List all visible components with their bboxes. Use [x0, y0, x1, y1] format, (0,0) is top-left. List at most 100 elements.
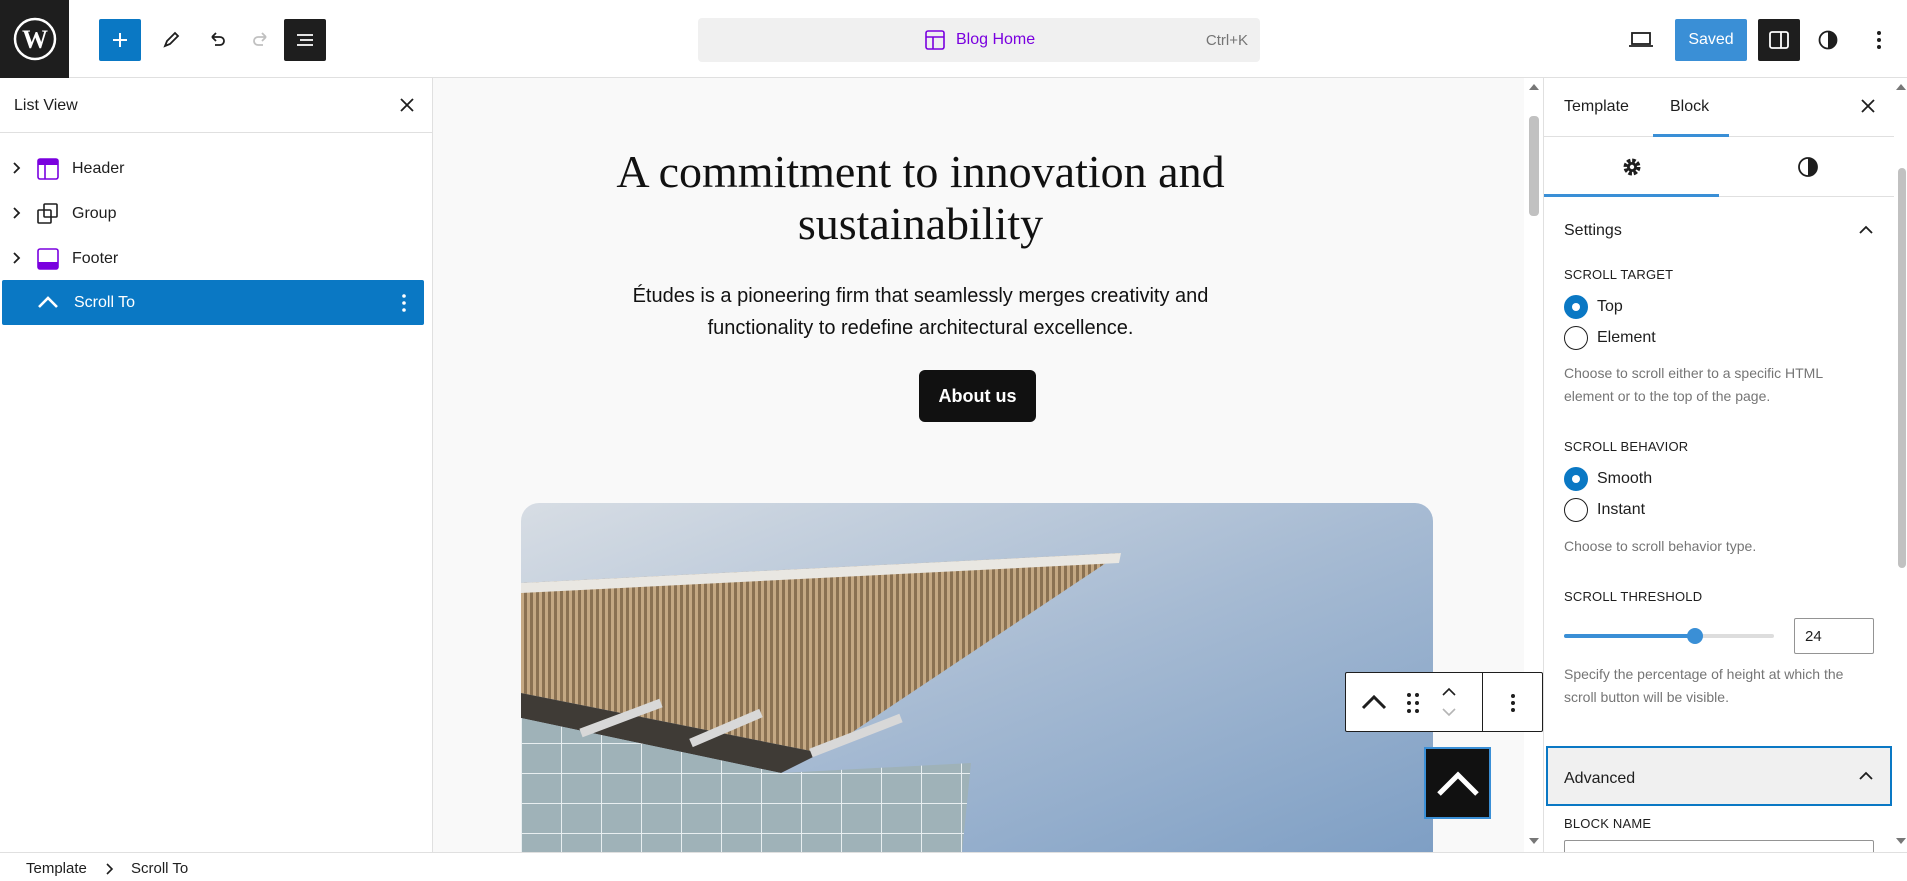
laptop-icon	[1629, 32, 1653, 47]
radio-top[interactable]: Top	[1564, 294, 1623, 320]
settings-sidebar-toggle[interactable]	[1758, 19, 1800, 61]
list-item-label: Group	[72, 205, 117, 222]
add-block-button[interactable]	[99, 19, 141, 61]
pencil-icon	[163, 31, 180, 48]
undo-icon	[211, 32, 225, 46]
scroll-behavior-label: SCROLL BEHAVIOR	[1564, 439, 1689, 454]
scroll-to-block[interactable]	[1424, 747, 1491, 819]
more-vertical-icon[interactable]	[401, 293, 407, 313]
hero-heading[interactable]: A commitment to innovation and sustainab…	[588, 146, 1253, 250]
scroll-threshold-label: SCROLL THRESHOLD	[1564, 589, 1703, 604]
settings-sidebar: Template Block Settings SCROLL TARGET To…	[1543, 78, 1907, 852]
radio-instant[interactable]: Instant	[1564, 497, 1645, 523]
scroll-up-arrow-icon[interactable]	[1529, 84, 1539, 90]
scroll-threshold-input[interactable]	[1794, 618, 1874, 654]
move-up-icon[interactable]	[1441, 685, 1457, 697]
radio-label: Instant	[1597, 501, 1646, 518]
scroll-target-help: Choose to scroll either to a specific HT…	[1564, 365, 1823, 404]
block-inspector-tabs	[1544, 137, 1894, 197]
scroll-up-arrow-icon[interactable]	[1896, 84, 1906, 90]
sidebar-scrollbar-thumb[interactable]	[1898, 168, 1906, 568]
scroll-down-arrow-icon[interactable]	[1529, 838, 1539, 844]
plus-icon	[113, 33, 127, 47]
styles-button[interactable]	[1807, 19, 1849, 61]
chevron-right-icon[interactable]	[12, 251, 22, 265]
wordpress-icon: W	[13, 17, 56, 61]
chevron-right-icon[interactable]	[12, 161, 22, 175]
slider-thumb[interactable]	[1687, 628, 1703, 644]
editor-canvas[interactable]: A commitment to innovation and sustainab…	[433, 78, 1524, 852]
list-item-label: Header	[72, 160, 125, 177]
saved-button[interactable]: Saved	[1675, 19, 1747, 61]
more-vertical-icon	[1877, 31, 1881, 49]
options-menu-button[interactable]	[1858, 19, 1900, 61]
svg-text:W: W	[22, 25, 48, 54]
list-item-group[interactable]: Group	[0, 191, 433, 236]
radio-button[interactable]	[1564, 326, 1588, 350]
sidebar-tabs: Template Block	[1544, 78, 1894, 137]
radio-button[interactable]	[1564, 498, 1588, 522]
scroll-behavior-help: Choose to scroll behavior type.	[1564, 538, 1757, 554]
radio-smooth[interactable]: Smooth	[1564, 466, 1652, 492]
chevron-right-icon[interactable]	[12, 206, 22, 220]
scroll-target-label: SCROLL TARGET	[1564, 267, 1674, 282]
redo-button[interactable]	[240, 19, 282, 61]
slider-fill	[1564, 634, 1695, 638]
group-icon	[37, 203, 58, 224]
template-part-header-icon	[37, 158, 59, 180]
canvas-scrollbar-thumb[interactable]	[1529, 116, 1539, 216]
wordpress-logo-button[interactable]: W	[0, 0, 69, 78]
list-view-toggle[interactable]	[284, 19, 326, 61]
about-us-button[interactable]: About us	[919, 370, 1036, 422]
contrast-icon	[1818, 30, 1838, 50]
breadcrumb-scroll-to[interactable]: Scroll To	[131, 860, 188, 877]
block-name-input[interactable]	[1564, 840, 1874, 852]
tools-button[interactable]	[150, 19, 192, 61]
close-icon	[400, 98, 414, 112]
radio-button[interactable]	[1564, 295, 1588, 319]
gear-icon[interactable]	[1620, 155, 1644, 179]
redo-icon	[253, 32, 267, 46]
template-part-footer-icon	[37, 248, 59, 270]
drag-handle-icon[interactable]	[1406, 692, 1420, 714]
scroll-down-arrow-icon[interactable]	[1896, 838, 1906, 844]
advanced-panel-toggle[interactable]: Advanced	[1546, 746, 1892, 806]
breadcrumb: Template Scroll To	[0, 852, 1907, 881]
building-photo	[521, 503, 1433, 852]
radio-label: Top	[1597, 298, 1623, 315]
tab-template[interactable]: Template	[1564, 98, 1629, 116]
canvas-scrollbar[interactable]	[1525, 78, 1543, 852]
radio-button[interactable]	[1564, 467, 1588, 491]
list-view-close-button[interactable]	[396, 94, 418, 116]
settings-panel-toggle[interactable]: Settings	[1544, 204, 1894, 256]
chevron-up-icon	[1859, 771, 1873, 780]
breadcrumb-template[interactable]: Template	[26, 860, 87, 877]
undo-button[interactable]	[196, 19, 238, 61]
list-item-header[interactable]: Header	[0, 146, 433, 191]
close-icon	[1861, 99, 1875, 113]
list-item-scroll-to[interactable]: Scroll To	[2, 280, 424, 325]
advanced-panel-title: Advanced	[1564, 770, 1636, 787]
styles-contrast-icon[interactable]	[1796, 155, 1820, 179]
list-item-footer[interactable]: Footer	[0, 236, 433, 281]
move-down-icon[interactable]	[1441, 707, 1457, 719]
list-view-panel: List View Header Group Footer Scroll To	[0, 78, 433, 852]
document-title: Blog Home	[956, 31, 1036, 48]
scroll-threshold-help: Specify the percentage of height at whic…	[1564, 666, 1844, 705]
sidebar-scrollbar[interactable]	[1894, 78, 1907, 852]
more-vertical-icon[interactable]	[1510, 692, 1516, 714]
chevron-up-icon[interactable]	[1360, 692, 1388, 712]
chevron-right-icon	[106, 863, 114, 875]
sidebar-icon	[1769, 31, 1789, 49]
command-palette-button[interactable]: Blog Home Ctrl+K	[698, 18, 1260, 62]
active-subtab-indicator	[1544, 194, 1719, 197]
radio-label: Element	[1597, 329, 1656, 346]
scroll-threshold-slider[interactable]	[1564, 628, 1774, 644]
hero-building-image[interactable]	[521, 503, 1433, 852]
sidebar-close-button[interactable]	[1857, 95, 1879, 117]
device-preview-button[interactable]	[1620, 19, 1662, 61]
hero-paragraph[interactable]: Études is a pioneering firm that seamles…	[600, 280, 1241, 344]
tab-block[interactable]: Block	[1670, 98, 1709, 116]
template-icon	[925, 30, 945, 50]
radio-element[interactable]: Element	[1564, 325, 1656, 351]
